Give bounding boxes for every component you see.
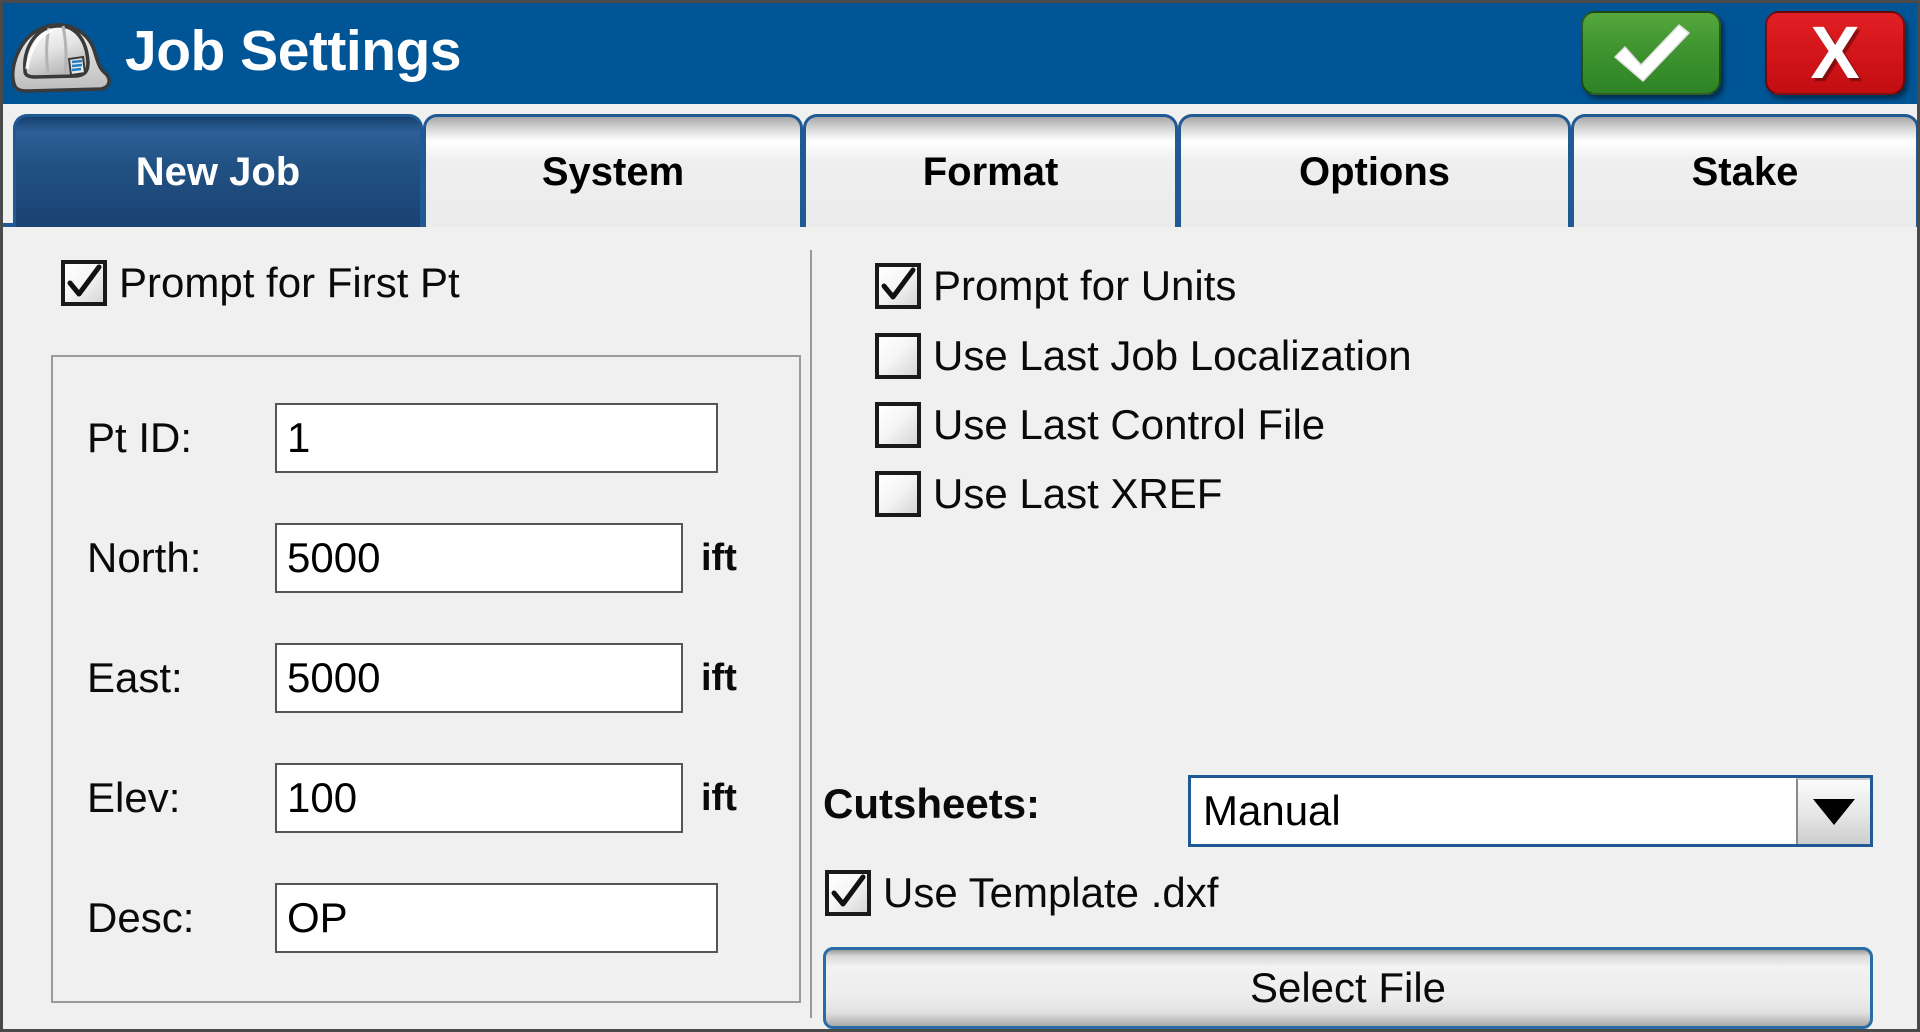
title-bar: Job Settings X: [3, 3, 1917, 104]
checkbox-label: Use Last XREF: [933, 470, 1223, 517]
field-row-north: North: 5000 ift: [53, 519, 803, 597]
checkbox-use-last-xref[interactable]: Use Last XREF: [875, 469, 1222, 519]
tab-system[interactable]: System: [423, 114, 803, 227]
field-row-elev: Elev: 100 ift: [53, 759, 803, 837]
checkbox-label: Prompt for Units: [933, 262, 1237, 309]
hard-hat-icon: [5, 9, 117, 99]
tab-new-job[interactable]: New Job: [13, 114, 423, 227]
checkbox-prompt-for-first-pt[interactable]: Prompt for First Pt: [61, 258, 460, 308]
check-icon: [1614, 24, 1690, 82]
accept-button[interactable]: [1581, 11, 1721, 95]
tab-label: Options: [1298, 149, 1451, 194]
cutsheets-selected-value: Manual: [1203, 787, 1341, 834]
tab-label: Format: [922, 149, 1059, 194]
checkbox-box[interactable]: [61, 260, 107, 306]
checkbox-label: Prompt for First Pt: [119, 259, 460, 306]
checkbox-label: Use Last Control File: [933, 401, 1326, 448]
cutsheets-dropdown[interactable]: Manual: [1188, 775, 1873, 847]
checkbox-box[interactable]: [875, 471, 921, 517]
tab-label: Stake: [1691, 149, 1799, 194]
cutsheets-label: Cutsheets:: [823, 780, 1041, 827]
checkbox-box[interactable]: [875, 402, 921, 448]
desc-input[interactable]: OP: [275, 883, 718, 953]
field-label-east: East:: [87, 654, 183, 701]
checkbox-label: Use Last Job Localization: [933, 332, 1412, 379]
close-x-icon: X: [1810, 11, 1860, 94]
pt-id-input[interactable]: 1: [275, 403, 718, 473]
tab-options[interactable]: Options: [1178, 114, 1571, 227]
checkbox-box[interactable]: [875, 263, 921, 309]
elev-unit-label: ift: [701, 777, 737, 819]
checkbox-use-last-control-file[interactable]: Use Last Control File: [875, 400, 1325, 450]
checkbox-use-last-job-localization[interactable]: Use Last Job Localization: [875, 331, 1412, 381]
tab-label: New Job: [135, 149, 301, 194]
checkbox-box[interactable]: [875, 333, 921, 379]
check-icon: [831, 874, 866, 907]
tab-bar: New Job System Format Options Stake: [3, 104, 1917, 227]
east-input[interactable]: 5000: [275, 643, 683, 713]
north-input[interactable]: 5000: [275, 523, 683, 593]
field-row-east: East: 5000 ift: [53, 639, 803, 717]
chevron-down-icon[interactable]: [1796, 778, 1870, 844]
job-settings-window: Job Settings X New Job System Format Opt…: [0, 0, 1920, 1032]
field-label-desc: Desc:: [87, 894, 195, 941]
elev-input[interactable]: 100: [275, 763, 683, 833]
east-unit-label: ift: [701, 657, 737, 699]
check-icon: [881, 267, 916, 300]
tab-label: System: [541, 149, 685, 194]
checkbox-label: Use Template .dxf: [883, 869, 1219, 916]
checkbox-prompt-for-units[interactable]: Prompt for Units: [875, 261, 1236, 311]
select-file-button[interactable]: Select File: [823, 947, 1873, 1029]
check-icon: [67, 264, 102, 297]
window-title: Job Settings: [125, 19, 462, 83]
panel-divider: [810, 250, 812, 1018]
field-label-elev: Elev:: [87, 774, 181, 821]
field-label-north: North:: [87, 534, 202, 581]
first-point-group: Pt ID: 1 North: 5000 ift East: 5000 ift …: [51, 355, 801, 1003]
checkbox-box[interactable]: [825, 870, 871, 916]
field-row-pt-id: Pt ID: 1: [53, 399, 803, 477]
north-unit-label: ift: [701, 537, 737, 579]
cancel-button[interactable]: X: [1765, 11, 1905, 95]
tab-format[interactable]: Format: [803, 114, 1178, 227]
field-row-desc: Desc: OP: [53, 879, 803, 957]
new-job-panel: Prompt for First Pt Pt ID: 1 North: 5000…: [3, 227, 1917, 1029]
field-label-pt-id: Pt ID:: [87, 414, 193, 461]
checkbox-use-template-dxf[interactable]: Use Template .dxf: [825, 868, 1218, 918]
tab-stake[interactable]: Stake: [1571, 114, 1917, 227]
